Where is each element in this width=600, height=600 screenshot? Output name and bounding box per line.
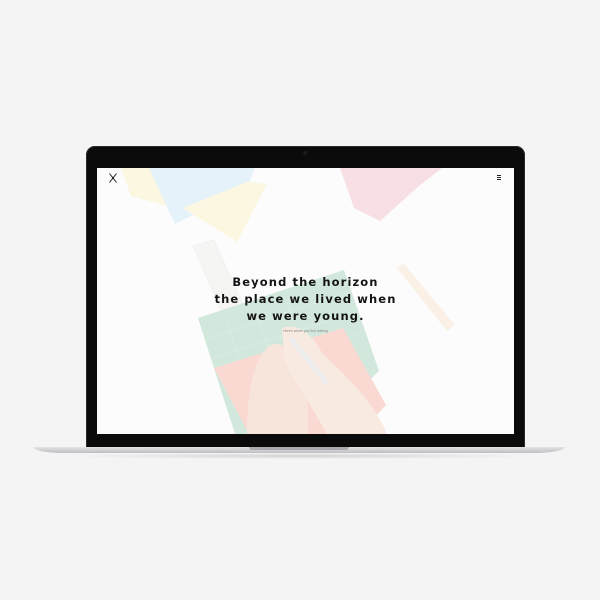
hero-title-line-3: we were young. <box>246 309 365 323</box>
menu-bar <box>497 179 501 180</box>
laptop-opening-notch <box>249 447 349 450</box>
hero-title-line-1: Beyond the horizon <box>232 275 379 289</box>
menu-bar <box>497 177 501 178</box>
website-screen: Beyond the horizon the place we lived wh… <box>97 168 514 434</box>
webcam <box>303 151 307 155</box>
laptop-mockup: Beyond the horizon the place we lived wh… <box>0 0 600 600</box>
hamburger-menu-icon[interactable] <box>497 175 501 180</box>
laptop-shadow <box>60 453 540 459</box>
hero-subtitle: Here's where you find nothing <box>283 329 328 333</box>
menu-bar <box>497 175 501 176</box>
hero-section: Beyond the horizon the place we lived wh… <box>97 274 514 333</box>
laptop-lid: Beyond the horizon the place we lived wh… <box>86 146 525 448</box>
crossed-needles-logo-icon[interactable] <box>107 172 119 184</box>
hero-title-line-2: the place we lived when <box>214 292 397 306</box>
